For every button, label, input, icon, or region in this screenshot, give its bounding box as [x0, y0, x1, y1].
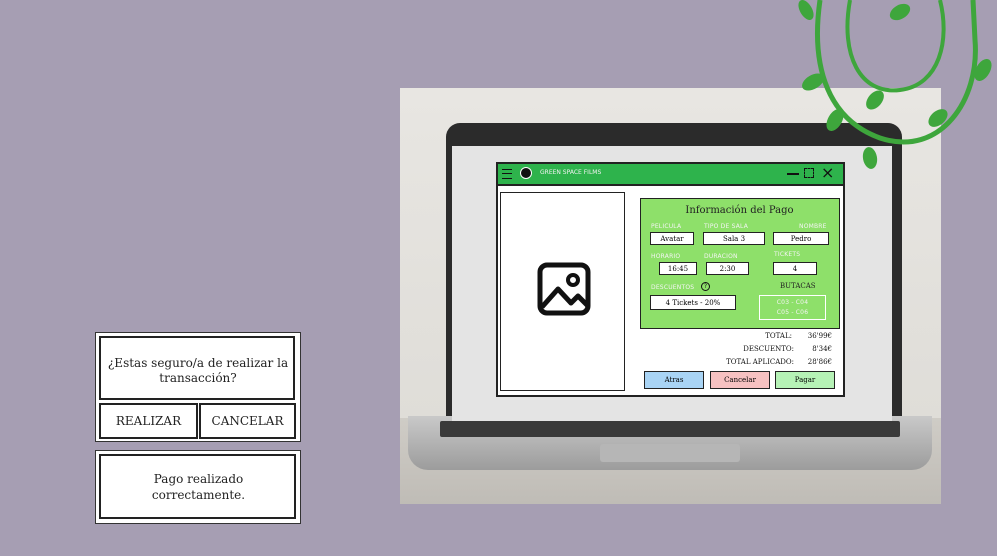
help-icon[interactable]: ? [701, 282, 710, 291]
tipo-sala-field[interactable]: Sala 3 [703, 232, 765, 245]
descuento-label: DESCUENTO: [743, 345, 794, 353]
leaf-icon [862, 147, 878, 169]
total-aplicado-value: 28'86€ [807, 358, 832, 366]
total-aplicado-label: TOTAL APLICADO: [726, 358, 794, 366]
confirm-dialog: ¿Estas seguro/a de realizar la transacci… [95, 332, 301, 442]
horario-field[interactable]: 16:45 [659, 262, 697, 275]
tipo-sala-label: TIPO DE SALA [704, 223, 749, 230]
descuento-value: 8'34€ [812, 345, 832, 353]
success-box: Pago realizado correctamente. [99, 454, 296, 519]
leaf-icon [798, 0, 814, 20]
realizar-button[interactable]: REALIZAR [99, 403, 198, 439]
confirm-question-box: ¿Estas seguro/a de realizar la transacci… [99, 336, 295, 400]
success-message: Pago realizado correctamente. [151, 472, 246, 502]
atras-button[interactable]: Atras [644, 371, 704, 389]
app-window: GREEN SPACE FILMS × Información del Pago… [496, 162, 845, 397]
butacas-box: C03 - C04 C05 - C06 [759, 295, 826, 320]
panel-title: Información del Pago [685, 205, 794, 216]
tickets-field[interactable]: 4 [773, 262, 817, 275]
payment-info-panel: Información del Pago PELICULA Avatar TIP… [640, 198, 840, 329]
trackpad [600, 444, 740, 462]
keyboard [440, 421, 900, 437]
butacas-line-1: C03 - C04 [776, 299, 809, 306]
descuentos-field[interactable]: 4 Tickets - 20% [650, 295, 736, 310]
confirm-question: ¿Estas seguro/a de realizar la transacci… [107, 356, 289, 385]
pelicula-label: PELICULA [651, 223, 682, 230]
butacas-line-2: C05 - C06 [776, 309, 809, 316]
total-label: TOTAL: [765, 332, 792, 340]
nombre-label: NOMBRE [799, 223, 827, 230]
cancelar-dialog-label: CANCELAR [211, 414, 284, 428]
realizar-label: REALIZAR [115, 414, 182, 428]
menu-icon[interactable] [502, 169, 512, 179]
duracion-field[interactable]: 2:30 [706, 262, 749, 275]
total-value: 36'99€ [807, 332, 832, 340]
cancelar-button[interactable]: Cancelar [710, 371, 770, 389]
descuentos-label: DESCUENTOS [651, 284, 695, 291]
app-title: GREEN SPACE FILMS [540, 169, 602, 176]
pelicula-field[interactable]: Avatar [650, 232, 694, 245]
laptop-screen: GREEN SPACE FILMS × Información del Pago… [452, 146, 892, 421]
movie-image-placeholder [500, 192, 625, 391]
leaf-icon [889, 3, 911, 21]
nombre-field[interactable]: Pedro [773, 232, 829, 245]
logo-icon [520, 167, 532, 179]
vine-decoration [798, 0, 992, 169]
image-icon [537, 262, 591, 316]
tickets-label: TICKETS [774, 251, 801, 258]
horario-label: HORARIO [651, 253, 681, 260]
duracion-label: DURACION [704, 253, 738, 260]
cancelar-dialog-button[interactable]: CANCELAR [199, 403, 296, 439]
pagar-button[interactable]: Pagar [775, 371, 835, 389]
success-dialog: Pago realizado correctamente. [95, 450, 301, 524]
butacas-label: BUTACAS [780, 282, 816, 290]
